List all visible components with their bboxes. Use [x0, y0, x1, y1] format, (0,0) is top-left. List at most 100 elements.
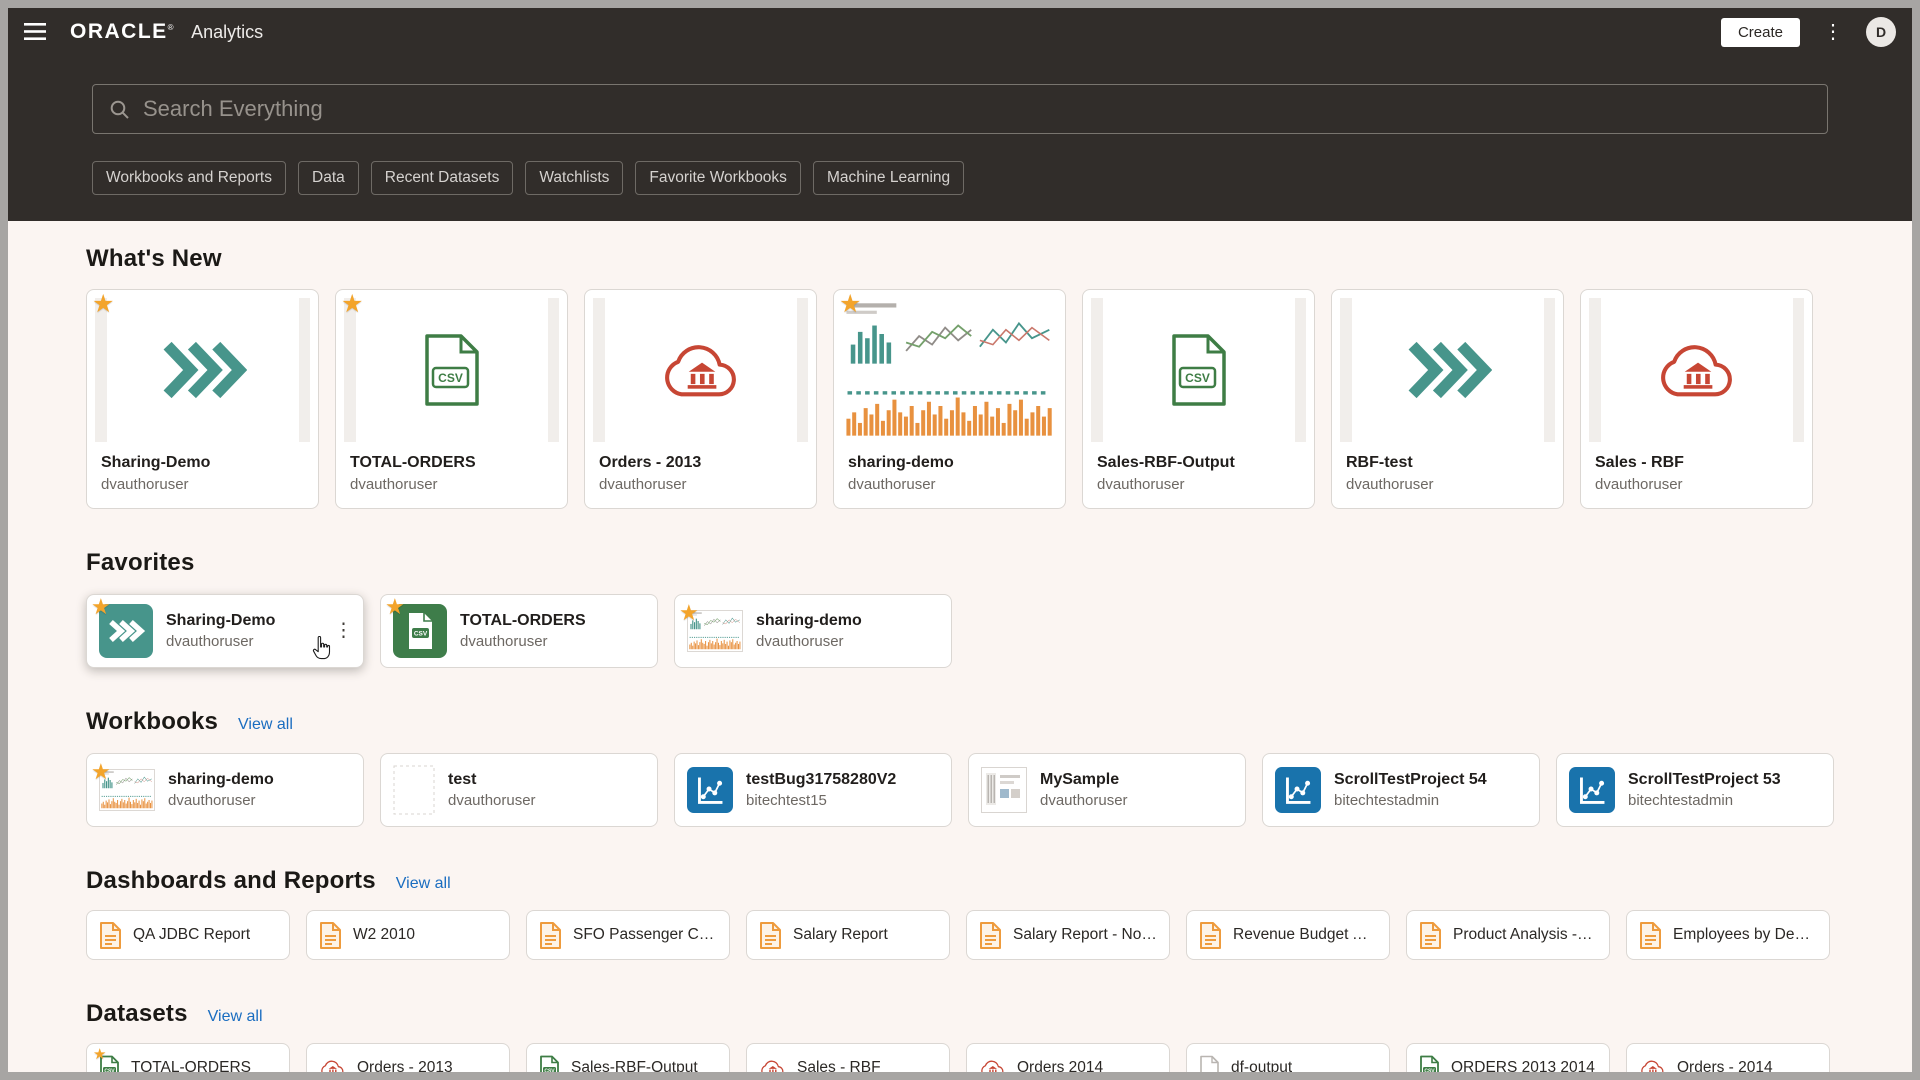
card-author: bitechtestadmin: [1628, 792, 1781, 809]
favorite-star-icon[interactable]: ★: [385, 596, 405, 618]
workbook-card[interactable]: ScrollTestProject 53 bitechtestadmin: [1556, 753, 1834, 827]
card-label: df-output: [1231, 1059, 1292, 1072]
dataset-card[interactable]: Orders - 2014: [1626, 1043, 1830, 1072]
workbooks-row: ★ sharing-demo dvauthoruser test dvautho…: [86, 753, 1834, 827]
dataset-card[interactable]: df-output: [1186, 1043, 1390, 1072]
dashboards-view-all-link[interactable]: View all: [396, 875, 451, 893]
csv-file-icon: CSV: [539, 1055, 560, 1072]
card-title: sharing-demo: [168, 771, 274, 789]
user-avatar[interactable]: D: [1866, 17, 1896, 47]
csv-file-icon: CSV: [1168, 333, 1230, 407]
svg-text:CSV: CSV: [438, 371, 463, 385]
favorite-star-icon[interactable]: ★: [679, 602, 699, 624]
workbook-card[interactable]: testBug31758280V2 bitechtest15: [674, 753, 952, 827]
dataset-card[interactable]: Sales - RBF: [746, 1043, 950, 1072]
card-thumbnail: CSV: [344, 298, 559, 442]
search-section: Workbooks and Reports Data Recent Datasets…: [8, 56, 1912, 221]
dataset-card[interactable]: CSV Sales-RBF-Output: [526, 1043, 730, 1072]
card-thumbnail: [842, 298, 1057, 442]
workbook-card[interactable]: ★ sharing-demo dvauthoruser: [86, 753, 364, 827]
cloud-dataset-icon: [979, 1058, 1006, 1072]
favorite-star-icon[interactable]: ★: [91, 596, 111, 618]
page-menu-kebab-icon[interactable]: ⋮: [1819, 20, 1847, 44]
card-title: Sales - RBF: [1595, 454, 1798, 472]
card-label: Salary Report - No…: [1013, 926, 1157, 944]
card-title: Orders - 2013: [599, 454, 802, 472]
favorite-card[interactable]: ★ sharing-demo dvauthoruser: [674, 594, 952, 668]
chevrons-icon: [159, 339, 247, 401]
whats-new-card[interactable]: RBF-test dvauthoruser: [1331, 289, 1564, 509]
card-title: Sharing-Demo: [101, 454, 304, 472]
report-card[interactable]: Employees by Dep…: [1626, 910, 1830, 960]
report-card[interactable]: W2 2010: [306, 910, 510, 960]
search-icon: [109, 99, 130, 120]
card-thumbnail: [593, 298, 808, 442]
card-thumbnail: [981, 767, 1027, 813]
filter-chip[interactable]: Recent Datasets: [371, 161, 514, 195]
report-card[interactable]: Salary Report - No…: [966, 910, 1170, 960]
datasets-view-all-link[interactable]: View all: [208, 1008, 263, 1026]
filter-chip[interactable]: Workbooks and Reports: [92, 161, 286, 195]
favorite-star-icon[interactable]: ★: [92, 292, 114, 317]
workbooks-view-all-link[interactable]: View all: [238, 716, 293, 734]
whats-new-card[interactable]: ★ CSV TOTAL-ORDERS dvauthoruser: [335, 289, 568, 509]
workbook-card[interactable]: ScrollTestProject 54 bitechtestadmin: [1262, 753, 1540, 827]
dataset-card[interactable]: CSV ORDERS 2013 2014: [1406, 1043, 1610, 1072]
dashboards-heading: Dashboards and Reports: [86, 867, 376, 895]
filter-chip[interactable]: Machine Learning: [813, 161, 964, 195]
filter-chip[interactable]: Data: [298, 161, 359, 195]
card-label: Orders - 2013: [357, 1059, 453, 1072]
cloud-dataset-icon: [319, 1058, 346, 1072]
create-button[interactable]: Create: [1721, 18, 1800, 47]
filter-chip[interactable]: Watchlists: [525, 161, 623, 195]
favorite-card[interactable]: CSV★ TOTAL-ORDERS dvauthoruser: [380, 594, 658, 668]
whats-new-card[interactable]: CSV Sales-RBF-Output dvauthoruser: [1082, 289, 1315, 509]
whats-new-card[interactable]: Sales - RBF dvauthoruser: [1580, 289, 1813, 509]
card-title: TOTAL-ORDERS: [350, 454, 553, 472]
favorite-star-icon[interactable]: ★: [341, 292, 363, 317]
card-author: dvauthoruser: [1097, 476, 1300, 493]
report-doc-icon: [759, 922, 782, 949]
whats-new-card[interactable]: ★ sharing-demo dvauthoruser: [833, 289, 1066, 509]
workbook-icon: [1569, 767, 1615, 813]
card-menu-kebab-icon[interactable]: ⋮: [334, 620, 353, 643]
card-label: Revenue Budget A…: [1233, 926, 1377, 944]
card-author: dvauthoruser: [166, 633, 275, 650]
card-label: W2 2010: [353, 926, 415, 944]
card-label: QA JDBC Report: [133, 926, 250, 944]
hamburger-menu-icon[interactable]: [18, 17, 54, 47]
card-thumbnail: ★: [687, 610, 743, 652]
favorite-star-icon[interactable]: ★: [91, 761, 111, 783]
report-card[interactable]: SFO Passenger Co…: [526, 910, 730, 960]
dashboards-row: QA JDBC Report W2 2010 SFO Passenger Co……: [86, 910, 1834, 960]
search-input[interactable]: [143, 96, 1811, 122]
filter-chip[interactable]: Favorite Workbooks: [635, 161, 801, 195]
favorite-star-icon[interactable]: ★: [93, 1047, 106, 1062]
workbook-card[interactable]: test dvauthoruser: [380, 753, 658, 827]
dataset-card[interactable]: CSV★ TOTAL-ORDERS: [86, 1043, 290, 1072]
card-thumbnail: CSV★: [393, 604, 447, 658]
report-doc-icon: [1199, 922, 1222, 949]
card-author: dvauthoruser: [1040, 792, 1128, 809]
report-card[interactable]: Salary Report: [746, 910, 950, 960]
whats-new-heading: What's New: [86, 245, 222, 273]
datasets-heading: Datasets: [86, 1000, 188, 1028]
card-thumbnail: [95, 298, 310, 442]
card-label: ORDERS 2013 2014: [1451, 1059, 1595, 1072]
favorite-star-icon[interactable]: ★: [839, 292, 861, 317]
whats-new-card[interactable]: ★ Sharing-Demo dvauthoruser: [86, 289, 319, 509]
favorite-card[interactable]: ★ Sharing-Demo dvauthoruser ⋮: [86, 594, 364, 668]
report-card[interactable]: QA JDBC Report: [86, 910, 290, 960]
card-title: test: [448, 771, 536, 789]
report-card[interactable]: Product Analysis -…: [1406, 910, 1610, 960]
report-doc-icon: [1639, 922, 1662, 949]
dataset-card[interactable]: Orders 2014: [966, 1043, 1170, 1072]
report-card[interactable]: Revenue Budget A…: [1186, 910, 1390, 960]
home-content: What's New ★ Sharing-Demo dvauthoruser ★…: [8, 245, 1912, 1072]
card-author: dvauthoruser: [460, 633, 586, 650]
workbook-card[interactable]: MySample dvauthoruser: [968, 753, 1246, 827]
dataset-card[interactable]: Orders - 2013: [306, 1043, 510, 1072]
whats-new-card[interactable]: Orders - 2013 dvauthoruser: [584, 289, 817, 509]
top-bar-actions: Create ⋮ D: [1721, 17, 1896, 47]
card-thumbnail: [1589, 298, 1804, 442]
